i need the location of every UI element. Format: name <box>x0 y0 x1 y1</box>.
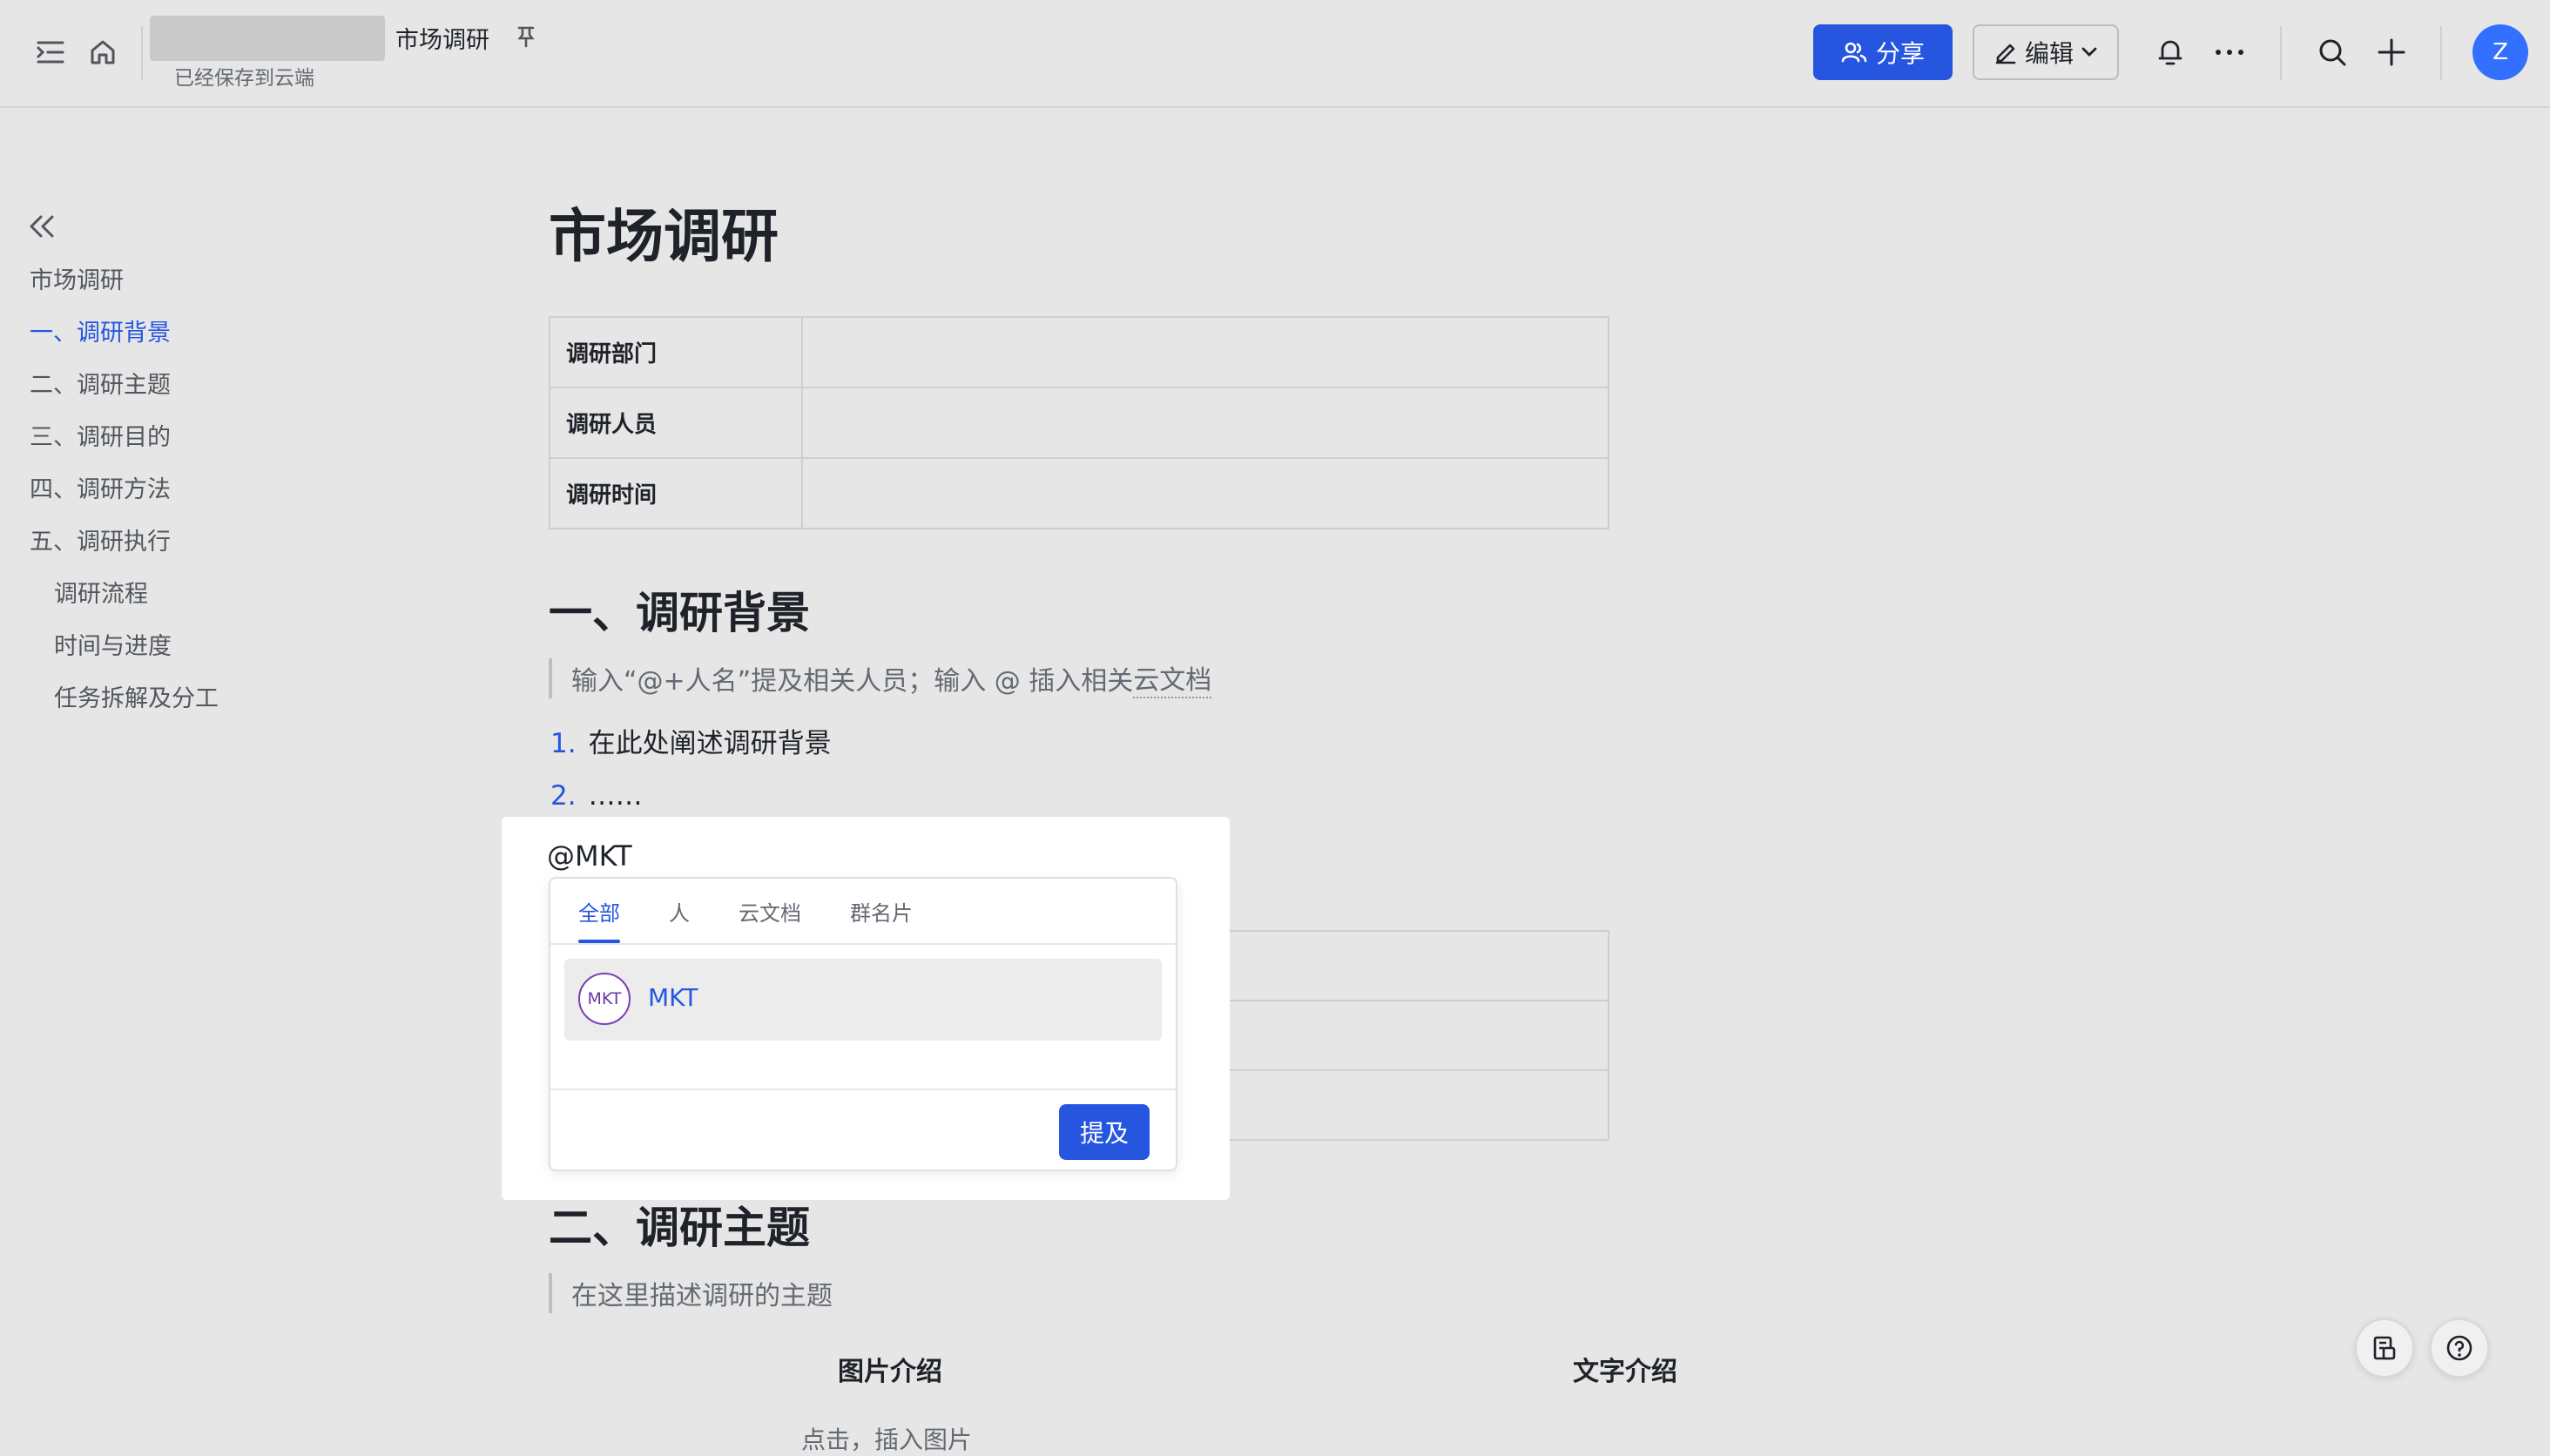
collapse-outline-icon[interactable] <box>24 209 59 244</box>
share-users-icon <box>1841 42 1867 63</box>
list-number: 1. <box>550 728 577 759</box>
outline-toggle-icon[interactable] <box>33 35 68 70</box>
table-cell-value[interactable] <box>803 388 1608 457</box>
header-divider <box>141 26 143 80</box>
doc-thumbnail <box>150 16 385 61</box>
table-row: 调研时间 <box>550 459 1608 528</box>
outline-item-purpose[interactable]: 三、调研目的 <box>30 418 171 452</box>
pencil-icon <box>1995 44 2016 64</box>
table-cell-value[interactable] <box>803 318 1608 387</box>
table-cell-label[interactable]: 调研部门 <box>550 318 803 387</box>
table-row: 调研部门 <box>550 318 1608 388</box>
tabs-divider <box>550 943 1176 945</box>
mention-panel: 全部 人 云文档 群名片 MKT MKT 提及 <box>549 877 1177 1171</box>
column-header-image: 图片介绍 <box>838 1357 942 1387</box>
save-status: 已经保存到云端 <box>174 67 314 90</box>
column-header-text: 文字介绍 <box>1573 1357 1677 1387</box>
header-divider-3 <box>2440 26 2442 80</box>
insert-image-placeholder[interactable]: 点击，插入图片 <box>801 1421 972 1456</box>
tab-docs[interactable]: 云文档 <box>739 896 801 927</box>
info-table: 调研部门 调研人员 调研时间 <box>549 316 1609 529</box>
table-cell-value[interactable] <box>803 459 1608 528</box>
outline-item-tasks[interactable]: 任务拆解及分工 <box>54 679 219 713</box>
mention-result-item[interactable]: MKT MKT <box>564 959 1162 1041</box>
bell-icon[interactable] <box>2153 35 2188 70</box>
doc-info-button[interactable] <box>2355 1318 2414 1378</box>
document-title[interactable]: 市场调研 <box>549 190 779 273</box>
outline-item-topic[interactable]: 二、调研主题 <box>30 366 171 400</box>
footer-divider <box>550 1089 1176 1090</box>
header-divider-2 <box>2280 26 2282 80</box>
outline-item-process[interactable]: 调研流程 <box>54 575 148 609</box>
tab-people[interactable]: 人 <box>669 896 690 927</box>
outline-item-execution[interactable]: 五、调研执行 <box>30 522 171 556</box>
hint-link[interactable]: 云文档 <box>1133 658 1212 698</box>
hint-quote[interactable]: 输入“@+人名”提及相关人员；输入 @ 插入相关 云文档 <box>549 658 1212 698</box>
more-icon[interactable] <box>2212 35 2247 70</box>
active-tab-indicator <box>578 940 620 943</box>
mention-result-name: MKT <box>648 983 698 1012</box>
home-icon[interactable] <box>85 35 120 70</box>
search-icon[interactable] <box>2315 35 2350 70</box>
user-avatar[interactable]: Z <box>2472 24 2528 80</box>
share-button[interactable]: 分享 <box>1813 24 1953 80</box>
section-heading-background[interactable]: 一、调研背景 <box>549 578 810 641</box>
list-item[interactable]: 1. 在此处阐述调研背景 <box>550 721 832 760</box>
list-text: 在此处阐述调研背景 <box>588 728 832 759</box>
help-button[interactable] <box>2430 1318 2489 1378</box>
mention-submit-button[interactable]: 提及 <box>1059 1104 1150 1160</box>
edit-label: 编辑 <box>2024 39 2074 68</box>
table-row[interactable] <box>1176 932 1608 1001</box>
share-label: 分享 <box>1875 39 1925 68</box>
group-avatar: MKT <box>578 973 631 1025</box>
table-row: 调研人员 <box>550 388 1608 459</box>
help-icon <box>2446 1335 2472 1361</box>
outline-item-schedule[interactable]: 时间与进度 <box>54 627 172 661</box>
outline-item-method[interactable]: 四、调研方法 <box>30 470 171 504</box>
doc-stack-icon <box>2373 1336 2396 1360</box>
table-row[interactable] <box>1176 1071 1608 1139</box>
table-row[interactable] <box>1176 1001 1608 1071</box>
mention-query-text[interactable]: @MKT <box>547 839 632 873</box>
section-heading-topic[interactable]: 二、调研主题 <box>549 1193 810 1256</box>
plus-icon[interactable] <box>2374 35 2409 70</box>
table-cell-label[interactable]: 调研时间 <box>550 459 803 528</box>
edit-mode-button[interactable]: 编辑 <box>1973 24 2119 80</box>
hint-quote[interactable]: 在这里描述调研的主题 <box>549 1273 833 1313</box>
top-bar: 市场调研 已经保存到云端 分享 编辑 Z <box>0 0 2550 108</box>
doc-title[interactable]: 市场调研 <box>395 21 489 55</box>
outline-item-title[interactable]: 市场调研 <box>30 261 124 295</box>
outline-item-background[interactable]: 一、调研背景 <box>30 313 171 347</box>
chevron-down-icon <box>2081 47 2097 57</box>
tab-all[interactable]: 全部 <box>578 896 620 927</box>
list-item[interactable]: 2. …… <box>550 780 643 812</box>
list-text: …… <box>588 780 643 812</box>
table-cell-label[interactable]: 调研人员 <box>550 388 803 457</box>
hint-text: 输入“@+人名”提及相关人员；输入 @ 插入相关 <box>571 666 1134 697</box>
hint-text: 在这里描述调研的主题 <box>571 1281 833 1311</box>
pin-icon[interactable] <box>512 23 540 51</box>
tab-group-cards[interactable]: 群名片 <box>850 896 913 927</box>
background-table <box>1176 930 1609 1141</box>
list-number: 2. <box>550 780 577 812</box>
